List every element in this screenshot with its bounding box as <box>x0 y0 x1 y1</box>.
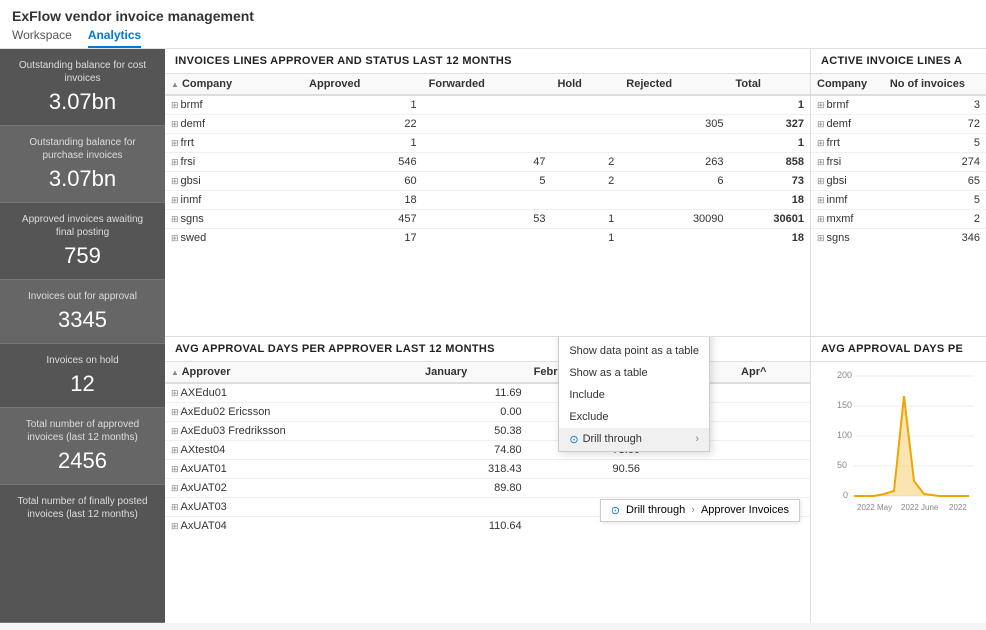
metric-value-2: 759 <box>12 243 153 269</box>
metric-value-5: 2456 <box>12 448 153 474</box>
svg-text:0: 0 <box>843 490 848 500</box>
metric-card-3: Invoices out for approval 3345 <box>0 280 165 344</box>
table-row: ⊞AxEdu02 Ericsson 0.00 97.90 <box>165 402 810 421</box>
col-rejected: Rejected <box>620 74 729 95</box>
center-panels: INVOICES LINES APPROVER AND STATUS LAST … <box>165 49 811 623</box>
metric-label-6: Total number of finally posted invoices … <box>12 495 153 521</box>
col-forwarded: Forwarded <box>423 74 552 95</box>
drill-through-bar[interactable]: ⊙ Drill through › Approver Invoices <box>600 499 800 522</box>
table-row: ⊞sgns 346 <box>811 229 986 245</box>
metric-card-0: Outstanding balance for cost invoices 3.… <box>0 49 165 126</box>
context-menu-item-show-table[interactable]: Show as a table <box>559 362 709 384</box>
metric-card-1: Outstanding balance for purchase invoice… <box>0 126 165 203</box>
metric-value-3: 3345 <box>12 307 153 333</box>
table-row: ⊞inmf 5 <box>811 191 986 210</box>
metric-label-2: Approved invoices awaiting final posting <box>12 213 153 239</box>
chevron-right-icon: › <box>691 504 695 516</box>
svg-text:50: 50 <box>837 460 847 470</box>
col-total: Total <box>730 74 810 95</box>
right-panel-bottom: AVG APPROVAL DAYS PE 200 150 100 50 0 <box>811 337 986 624</box>
col-approver: ▲ Approver <box>165 362 419 383</box>
drill-through-icon: ⊙ <box>569 433 578 446</box>
col-approved: Approved <box>303 74 423 95</box>
table-row: ⊞sgns 457 53 1 30090 30601 <box>165 210 810 229</box>
context-menu: Copy › Show data point as a table Show a… <box>558 337 710 452</box>
metric-card-4: Invoices on hold 12 <box>0 344 165 408</box>
metric-value-1: 3.07bn <box>12 166 153 192</box>
panel-invoice-lines: INVOICES LINES APPROVER AND STATUS LAST … <box>165 49 810 337</box>
svg-text:200: 200 <box>837 370 852 380</box>
active-invoice-title: ACTIVE INVOICE LINES A <box>811 49 986 74</box>
table-row: ⊞gbsi 60 5 2 6 73 <box>165 172 810 191</box>
table-row: ⊞demf 22 305 327 <box>165 115 810 134</box>
col-hold: Hold <box>551 74 620 95</box>
metric-label-1: Outstanding balance for purchase invoice… <box>12 136 153 162</box>
col-company-right: Company <box>811 74 884 95</box>
metric-label-4: Invoices on hold <box>12 354 153 367</box>
table-row: ⊞AxUAT01 318.43 90.56 <box>165 459 810 478</box>
table-row: ⊞gbsi 65 <box>811 172 986 191</box>
table-row: ⊞frsi 546 47 2 263 858 <box>165 153 810 172</box>
col-apr: Apr^ <box>735 362 810 383</box>
context-menu-item-show-data-point[interactable]: Show data point as a table <box>559 340 709 362</box>
svg-text:2022 May: 2022 May <box>857 503 892 512</box>
svg-text:2022: 2022 <box>949 503 967 512</box>
tab-workspace[interactable]: Workspace <box>12 28 72 48</box>
drill-through-label: Drill through <box>626 504 685 516</box>
metric-label-0: Outstanding balance for cost invoices <box>12 59 153 85</box>
table-row: ⊞AXEdu01 11.69 61.80 <box>165 383 810 403</box>
metric-card-2: Approved invoices awaiting final posting… <box>0 203 165 280</box>
table-row: ⊞frrt 5 <box>811 134 986 153</box>
active-invoice-table: Company No of invoices ⊞brmf 3 ⊞demf 72 … <box>811 74 986 244</box>
context-menu-item-exclude[interactable]: Exclude <box>559 406 709 428</box>
metric-label-3: Invoices out for approval <box>12 290 153 303</box>
right-panel-top: ACTIVE INVOICE LINES A Company No of inv… <box>811 49 986 337</box>
table-row: ⊞swed 17 1 18 <box>165 229 810 245</box>
approver-invoices-label: Approver Invoices <box>701 504 789 516</box>
panel-avg-approval: AVG APPROVAL DAYS PER APPROVER LAST 12 M… <box>165 337 810 624</box>
tab-analytics[interactable]: Analytics <box>88 28 141 48</box>
svg-text:2022 June: 2022 June <box>901 503 939 512</box>
metric-card-5: Total number of approved invoices (last … <box>0 408 165 485</box>
drill-through-circle-icon: ⊙ <box>611 504 620 517</box>
context-menu-item-drill-through[interactable]: ⊙ Drill through › <box>559 428 709 451</box>
metric-label-5: Total number of approved invoices (last … <box>12 418 153 444</box>
svg-text:150: 150 <box>837 400 852 410</box>
left-sidebar: Outstanding balance for cost invoices 3.… <box>0 49 165 623</box>
nav-tabs: Workspace Analytics <box>0 24 986 49</box>
title-bar: ExFlow vendor invoice management <box>0 0 986 24</box>
metric-value-0: 3.07bn <box>12 89 153 115</box>
right-panel: ACTIVE INVOICE LINES A Company No of inv… <box>811 49 986 623</box>
table-row: ⊞brmf 3 <box>811 95 986 115</box>
table-row: ⊞inmf 18 18 <box>165 191 810 210</box>
table-row: ⊞AxEdu03 Fredriksson 50.38 15.23 <box>165 421 810 440</box>
col-no-invoices: No of invoices <box>884 74 986 95</box>
col-january: January <box>419 362 528 383</box>
svg-text:100: 100 <box>837 430 852 440</box>
avg-approval-days-right-title: AVG APPROVAL DAYS PE <box>811 337 986 362</box>
table-row: ⊞frsi 274 <box>811 153 986 172</box>
table-row: ⊞frrt 1 1 <box>165 134 810 153</box>
table-row: ⊞AXtest04 74.80 73.60 <box>165 440 810 459</box>
context-menu-item-include[interactable]: Include <box>559 384 709 406</box>
table-row: ⊞demf 72 <box>811 115 986 134</box>
table-row: ⊞mxmf 2 <box>811 210 986 229</box>
metric-card-6: Total number of finally posted invoices … <box>0 485 165 623</box>
panel-invoice-title: INVOICES LINES APPROVER AND STATUS LAST … <box>165 49 810 74</box>
panel-avg-title: AVG APPROVAL DAYS PER APPROVER LAST 12 M… <box>165 337 810 362</box>
invoice-lines-table: ▲ Company Approved Forwarded Hold Reject… <box>165 74 810 244</box>
table-row: ⊞brmf 1 1 <box>165 95 810 115</box>
metric-value-4: 12 <box>12 371 153 397</box>
app-title: ExFlow vendor invoice management <box>12 8 974 24</box>
col-company: ▲ Company <box>165 74 303 95</box>
table-row: ⊞AxUAT02 89.80 <box>165 478 810 497</box>
